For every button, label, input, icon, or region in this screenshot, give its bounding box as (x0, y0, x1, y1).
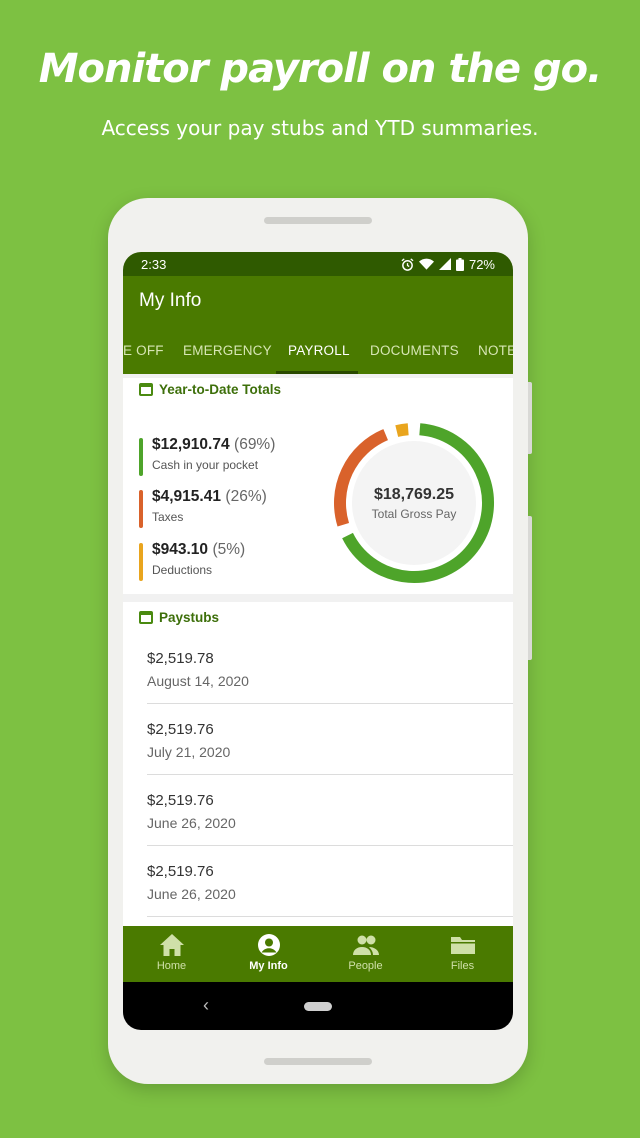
back-icon[interactable]: ‹ (203, 995, 209, 1016)
paystubs-card: Paystubs $2,519.78 August 14, 2020 $2,51… (123, 602, 513, 926)
nav-my-info[interactable]: My Info (220, 932, 317, 972)
people-icon (352, 935, 379, 955)
nav-home-label: Home (156, 960, 187, 972)
nav-people-label: People (348, 960, 383, 972)
ytd-card: Year-to-Date Totals $12,910.74 (69%) Cas… (123, 378, 513, 594)
ytd-percent: (26%) (225, 488, 267, 505)
nav-my-info-label: My Info (249, 960, 288, 972)
ytd-item-cash: $12,910.74 (69%) Cash in your pocket (139, 436, 276, 476)
page-title: My Info (139, 290, 202, 311)
ytd-color-bar (139, 438, 143, 476)
tab-notes[interactable]: NOTE (478, 343, 513, 358)
donut-total: $18,769.25 (373, 485, 455, 503)
system-nav-bar: ‹ (123, 982, 513, 1030)
signal-icon (438, 258, 451, 270)
donut-center: $18,769.25 Total Gross Pay (333, 422, 495, 584)
ytd-color-bar (139, 490, 143, 528)
paystub-date: August 14, 2020 (147, 673, 249, 689)
paystub-row[interactable]: $2,519.78 August 14, 2020 (147, 650, 513, 689)
wifi-icon (418, 258, 434, 270)
home-icon (159, 934, 184, 956)
phone-speaker (264, 217, 372, 224)
paystub-row[interactable]: $2,519.76 July 21, 2020 (147, 721, 513, 760)
paystubs-title-text: Paystubs (159, 610, 220, 625)
paystub-amount: $2,519.76 (147, 863, 214, 880)
nav-people[interactable]: People (317, 932, 414, 972)
ytd-label: Deductions (152, 563, 213, 577)
tab-active-indicator (276, 371, 358, 374)
phone-screen: 2:33 72% My Info E OFF EMERGENCY PAYROLL… (123, 252, 513, 1030)
tab-payroll[interactable]: PAYROLL (288, 343, 350, 358)
phone-frame: 2:33 72% My Info E OFF EMERGENCY PAYROLL… (108, 198, 532, 1084)
phone-volume-button (528, 516, 532, 660)
account-circle-icon (257, 934, 280, 956)
ytd-amount: $4,915.41 (152, 488, 221, 505)
paystub-divider (147, 703, 513, 704)
ytd-item-deductions: $943.10 (5%) Deductions (139, 541, 246, 581)
status-bar: 2:33 72% (123, 252, 513, 276)
ytd-title-text: Year-to-Date Totals (159, 382, 282, 397)
paystub-amount: $2,519.76 (147, 792, 214, 809)
phone-home-bar (264, 1058, 372, 1065)
ytd-color-bar (139, 543, 143, 581)
promo-headline: Monitor payroll on the go. (38, 46, 603, 92)
tab-time-off[interactable]: E OFF (123, 343, 164, 358)
battery-level: 72% (468, 256, 495, 272)
nav-home[interactable]: Home (123, 932, 220, 972)
calendar-icon (139, 611, 153, 624)
donut-total-label: Total Gross Pay (371, 506, 457, 521)
paystub-amount: $2,519.76 (147, 721, 214, 738)
nav-files[interactable]: Files (414, 932, 511, 972)
tab-emergency[interactable]: EMERGENCY (183, 343, 272, 358)
gross-pay-donut: $18,769.25 Total Gross Pay (333, 422, 495, 584)
paystub-row[interactable]: $2,519.76 June 26, 2020 (147, 863, 513, 902)
paystub-row[interactable]: $2,519.76 June 26, 2020 (147, 792, 513, 831)
ytd-amount: $12,910.74 (152, 436, 230, 453)
folder-icon (450, 937, 475, 954)
status-time: 2:33 (141, 256, 167, 272)
ytd-item-taxes: $4,915.41 (26%) Taxes (139, 488, 267, 528)
home-pill-icon[interactable] (304, 1002, 332, 1011)
tab-documents[interactable]: DOCUMENTS (370, 343, 459, 358)
status-icons: 72% (401, 257, 495, 272)
nav-files-label: Files (450, 960, 475, 972)
paystub-amount: $2,519.78 (147, 650, 214, 667)
promo-subline: Access your pay stubs and YTD summaries. (101, 116, 539, 140)
tab-bar: E OFF EMERGENCY PAYROLL DOCUMENTS NOTE (123, 326, 513, 374)
ytd-title: Year-to-Date Totals (139, 382, 281, 397)
ytd-label: Taxes (152, 510, 184, 524)
paystub-divider (147, 916, 513, 917)
app-bar: My Info (123, 276, 513, 326)
phone-side-button (528, 382, 532, 454)
paystub-divider (147, 845, 513, 846)
ytd-label: Cash in your pocket (152, 458, 259, 472)
paystub-date: June 26, 2020 (147, 886, 236, 902)
ytd-percent: (69%) (234, 436, 276, 453)
bottom-nav: Home My Info People Files (123, 926, 513, 982)
calendar-icon (139, 383, 153, 396)
ytd-amount: $943.10 (152, 541, 209, 558)
battery-icon (455, 257, 464, 271)
paystub-date: June 26, 2020 (147, 815, 236, 831)
paystub-date: July 21, 2020 (147, 744, 231, 760)
alarm-icon (401, 257, 414, 271)
paystubs-title: Paystubs (139, 610, 219, 625)
paystub-divider (147, 774, 513, 775)
ytd-percent: (5%) (212, 541, 246, 558)
